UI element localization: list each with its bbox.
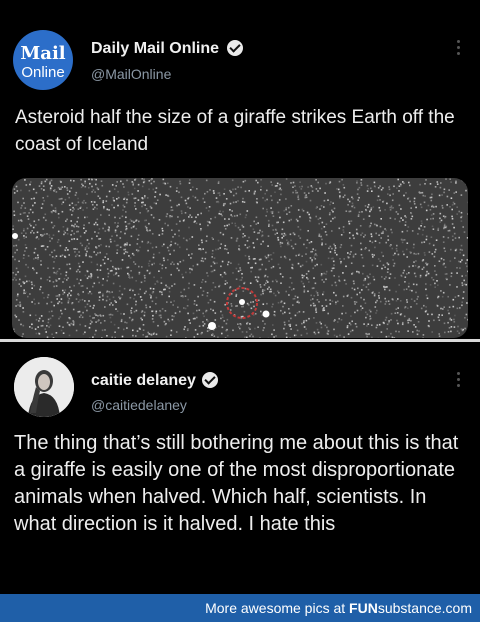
author-name[interactable]: caitie delaney: [91, 372, 196, 390]
star-field-image: [12, 178, 468, 338]
author-handle[interactable]: @MailOnline: [91, 66, 171, 82]
verified-badge-icon: [202, 372, 218, 388]
tweet-daily-mail: Mail Online Daily Mail Online @MailOnlin…: [0, 0, 480, 340]
star-point: [12, 233, 18, 239]
footer-watermark-bar: More awesome pics at FUNsubstance.com: [0, 594, 480, 622]
footer-brand-rest[interactable]: substance.com: [378, 600, 472, 616]
caitie-avatar[interactable]: [14, 357, 74, 417]
asteroid-image[interactable]: [12, 178, 468, 338]
daily-mail-avatar[interactable]: Mail Online: [13, 30, 73, 90]
footer-prefix: More awesome pics at: [205, 600, 350, 616]
verified-badge-icon: [227, 40, 243, 56]
profile-photo-icon: [14, 357, 74, 417]
star-point: [262, 310, 270, 318]
tweet-text: The thing that’s still bothering me abou…: [14, 432, 459, 535]
author-name[interactable]: Daily Mail Online: [91, 40, 219, 58]
author-handle[interactable]: @caitiedelaney: [91, 397, 187, 413]
avatar-text-mail: Mail: [20, 43, 66, 64]
more-options-icon[interactable]: [457, 40, 461, 58]
footer-text: More awesome pics at FUNsubstance.com: [205, 600, 472, 616]
star-point: [208, 322, 216, 330]
star-point: [239, 299, 245, 305]
more-options-icon[interactable]: [457, 372, 461, 390]
footer-brand-fun[interactable]: FUN: [349, 600, 378, 616]
tweet-text: Asteroid half the size of a giraffe stri…: [15, 107, 455, 155]
avatar-text-online: Online: [21, 64, 65, 81]
